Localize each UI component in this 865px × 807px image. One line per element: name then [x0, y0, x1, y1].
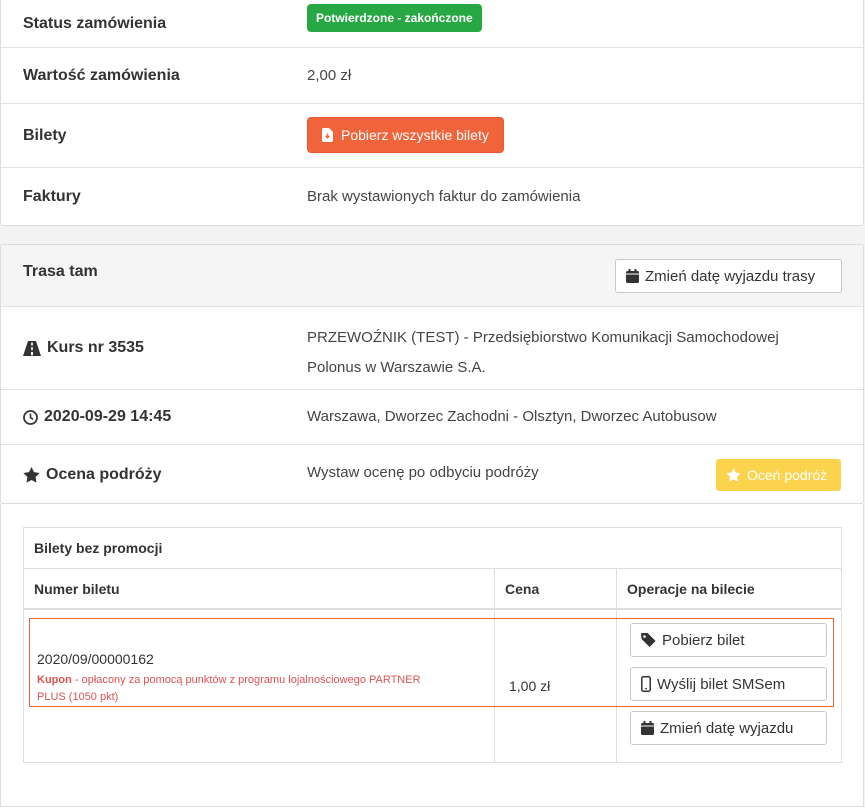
course-row: Kurs nr 3535 PRZEWOŹNIK (TEST) - Przedsi… — [1, 307, 863, 389]
column-divider — [494, 569, 495, 763]
tickets-section: Bilety bez promocji Numer biletu Cena Op… — [0, 504, 864, 807]
status-badge: Potwierdzone - zakończone — [307, 4, 482, 32]
coupon-info: Kupon - opłacony za pomocą punktów z pro… — [37, 672, 477, 706]
tickets-row: Bilety Pobierz wszystkie bilety — [1, 103, 863, 167]
route-header: Trasa tam Zmień datę wyjazdu trasy — [1, 245, 863, 307]
column-price: Cena — [505, 581, 540, 597]
route-value: Warszawa, Dworzec Zachodni - Olsztyn, Dw… — [307, 408, 717, 425]
invoices-value: Brak wystawionych faktur do zamówienia — [307, 187, 581, 205]
column-operations: Operacje na bilecie — [627, 581, 755, 597]
road-icon — [23, 340, 41, 356]
column-ticket-number: Numer biletu — [34, 581, 120, 597]
column-divider — [616, 569, 617, 763]
route-title: Trasa tam — [23, 263, 98, 280]
coupon-label: Kupon — [37, 674, 72, 686]
order-value: 2,00 zł — [307, 66, 352, 84]
calendar-icon — [641, 721, 654, 735]
mobile-phone-icon — [641, 676, 651, 692]
value-row: Wartość zamówienia 2,00 zł — [1, 47, 863, 103]
download-all-tickets-button[interactable]: Pobierz wszystkie bilety — [307, 117, 504, 153]
order-summary-card: Status zamówienia Potwierdzone - zakończ… — [0, 0, 864, 226]
tag-icon — [641, 633, 656, 647]
coupon-text: - opłacony za pomocą punktów z programu … — [71, 674, 421, 686]
ticket-number: 2020/09/00000162 — [37, 651, 154, 667]
star-icon — [726, 468, 741, 482]
course-label: Kurs nr 3535 — [23, 339, 144, 357]
rating-row: Ocena podróży Wystaw ocenę po odbyciu po… — [1, 444, 863, 504]
change-route-date-button[interactable]: Zmień datę wyjazdu trasy — [615, 259, 842, 293]
tickets-label: Bilety — [23, 126, 67, 144]
route-card: Trasa tam Zmień datę wyjazdu trasy Kurs … — [0, 244, 864, 504]
calendar-icon — [626, 269, 639, 283]
star-icon — [23, 466, 40, 483]
datetime-label: 2020-09-29 14:45 — [23, 408, 171, 426]
tickets-table-header: Numer biletu Cena Operacje na bilecie — [24, 569, 841, 610]
carrier-value: PRZEWOŹNIK (TEST) - Przedsiębiorstwo Kom… — [307, 329, 779, 376]
invoices-row: Faktury Brak wystawionych faktur do zamó… — [1, 167, 863, 225]
value-label: Wartość zamówienia — [23, 66, 180, 84]
invoices-label: Faktury — [23, 187, 81, 205]
rate-trip-button[interactable]: Oceń podróż — [716, 459, 841, 491]
coupon-text-2: PLUS (1050 pkt) — [37, 691, 119, 703]
rating-label: Ocena podróży — [23, 466, 162, 484]
download-ticket-button[interactable]: Pobierz bilet — [630, 623, 827, 657]
datetime-row: 2020-09-29 14:45 Warszawa, Dworzec Zacho… — [1, 389, 863, 444]
change-ticket-date-button[interactable]: Zmień datę wyjazdu — [630, 711, 827, 745]
status-label: Status zamówienia — [23, 15, 167, 32]
send-sms-ticket-button[interactable]: Wyślij bilet SMSem — [630, 667, 827, 701]
rating-value: Wystaw ocenę po odbyciu podróży — [307, 464, 539, 481]
file-download-icon — [322, 128, 333, 142]
tickets-table: Bilety bez promocji Numer biletu Cena Op… — [23, 527, 842, 763]
clock-icon — [23, 409, 38, 425]
tickets-caption: Bilety bez promocji — [24, 528, 841, 569]
ticket-price: 1,00 zł — [509, 678, 551, 694]
status-row: Status zamówienia Potwierdzone - zakończ… — [1, 1, 863, 47]
